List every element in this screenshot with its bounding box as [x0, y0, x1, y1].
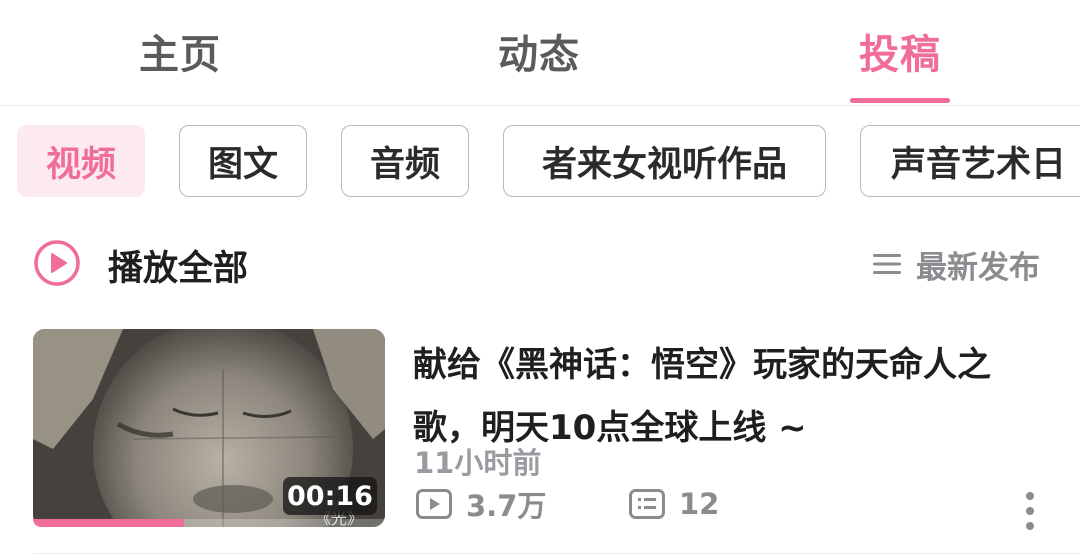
- active-tab-indicator: [850, 98, 950, 103]
- chip-audio[interactable]: 音频: [341, 125, 469, 197]
- sort-selector[interactable]: 最新发布: [873, 245, 1040, 286]
- play-circle-icon[interactable]: [33, 239, 81, 287]
- tab-home[interactable]: 主页: [139, 22, 221, 80]
- comment-list-icon: [629, 489, 665, 519]
- play-all-button[interactable]: 播放全部: [108, 240, 248, 291]
- top-tab-bar: 主页 动态 投稿: [0, 0, 1080, 106]
- list-divider: [33, 553, 1080, 554]
- view-count: 3.7万: [416, 484, 546, 524]
- tab-posts[interactable]: 投稿: [859, 22, 941, 80]
- comment-count: 12: [629, 484, 719, 524]
- more-options-icon[interactable]: [1020, 490, 1040, 532]
- video-title-line-1: 献给《黑神话：悟空》玩家的天命人之: [413, 345, 991, 385]
- play-count-icon: [416, 489, 452, 519]
- publish-time: 11小时前: [414, 446, 542, 480]
- chip-video[interactable]: 视频: [17, 125, 145, 197]
- content-type-filter: 视频 图文 音频 者来女视听作品 声音艺术日: [0, 125, 1080, 197]
- profile-posts-page: 主页 动态 投稿 视频 图文 音频 者来女视听作品 声音艺术日 播放全部 最新发…: [0, 0, 1080, 559]
- sort-label: 最新发布: [916, 249, 1040, 286]
- watch-progress-bar: [33, 519, 385, 527]
- tab-activity[interactable]: 动态: [498, 22, 580, 80]
- duration-badge: 00:16: [283, 477, 377, 515]
- chip-image-text[interactable]: 图文: [179, 125, 307, 197]
- chip-sound-art-day[interactable]: 声音艺术日: [860, 125, 1080, 197]
- view-count-value: 3.7万: [466, 489, 547, 523]
- watch-progress-fill: [33, 519, 185, 527]
- chip-collection[interactable]: 者来女视听作品: [503, 125, 826, 197]
- comment-count-value: 12: [679, 487, 720, 521]
- list-sort-icon: [873, 254, 901, 274]
